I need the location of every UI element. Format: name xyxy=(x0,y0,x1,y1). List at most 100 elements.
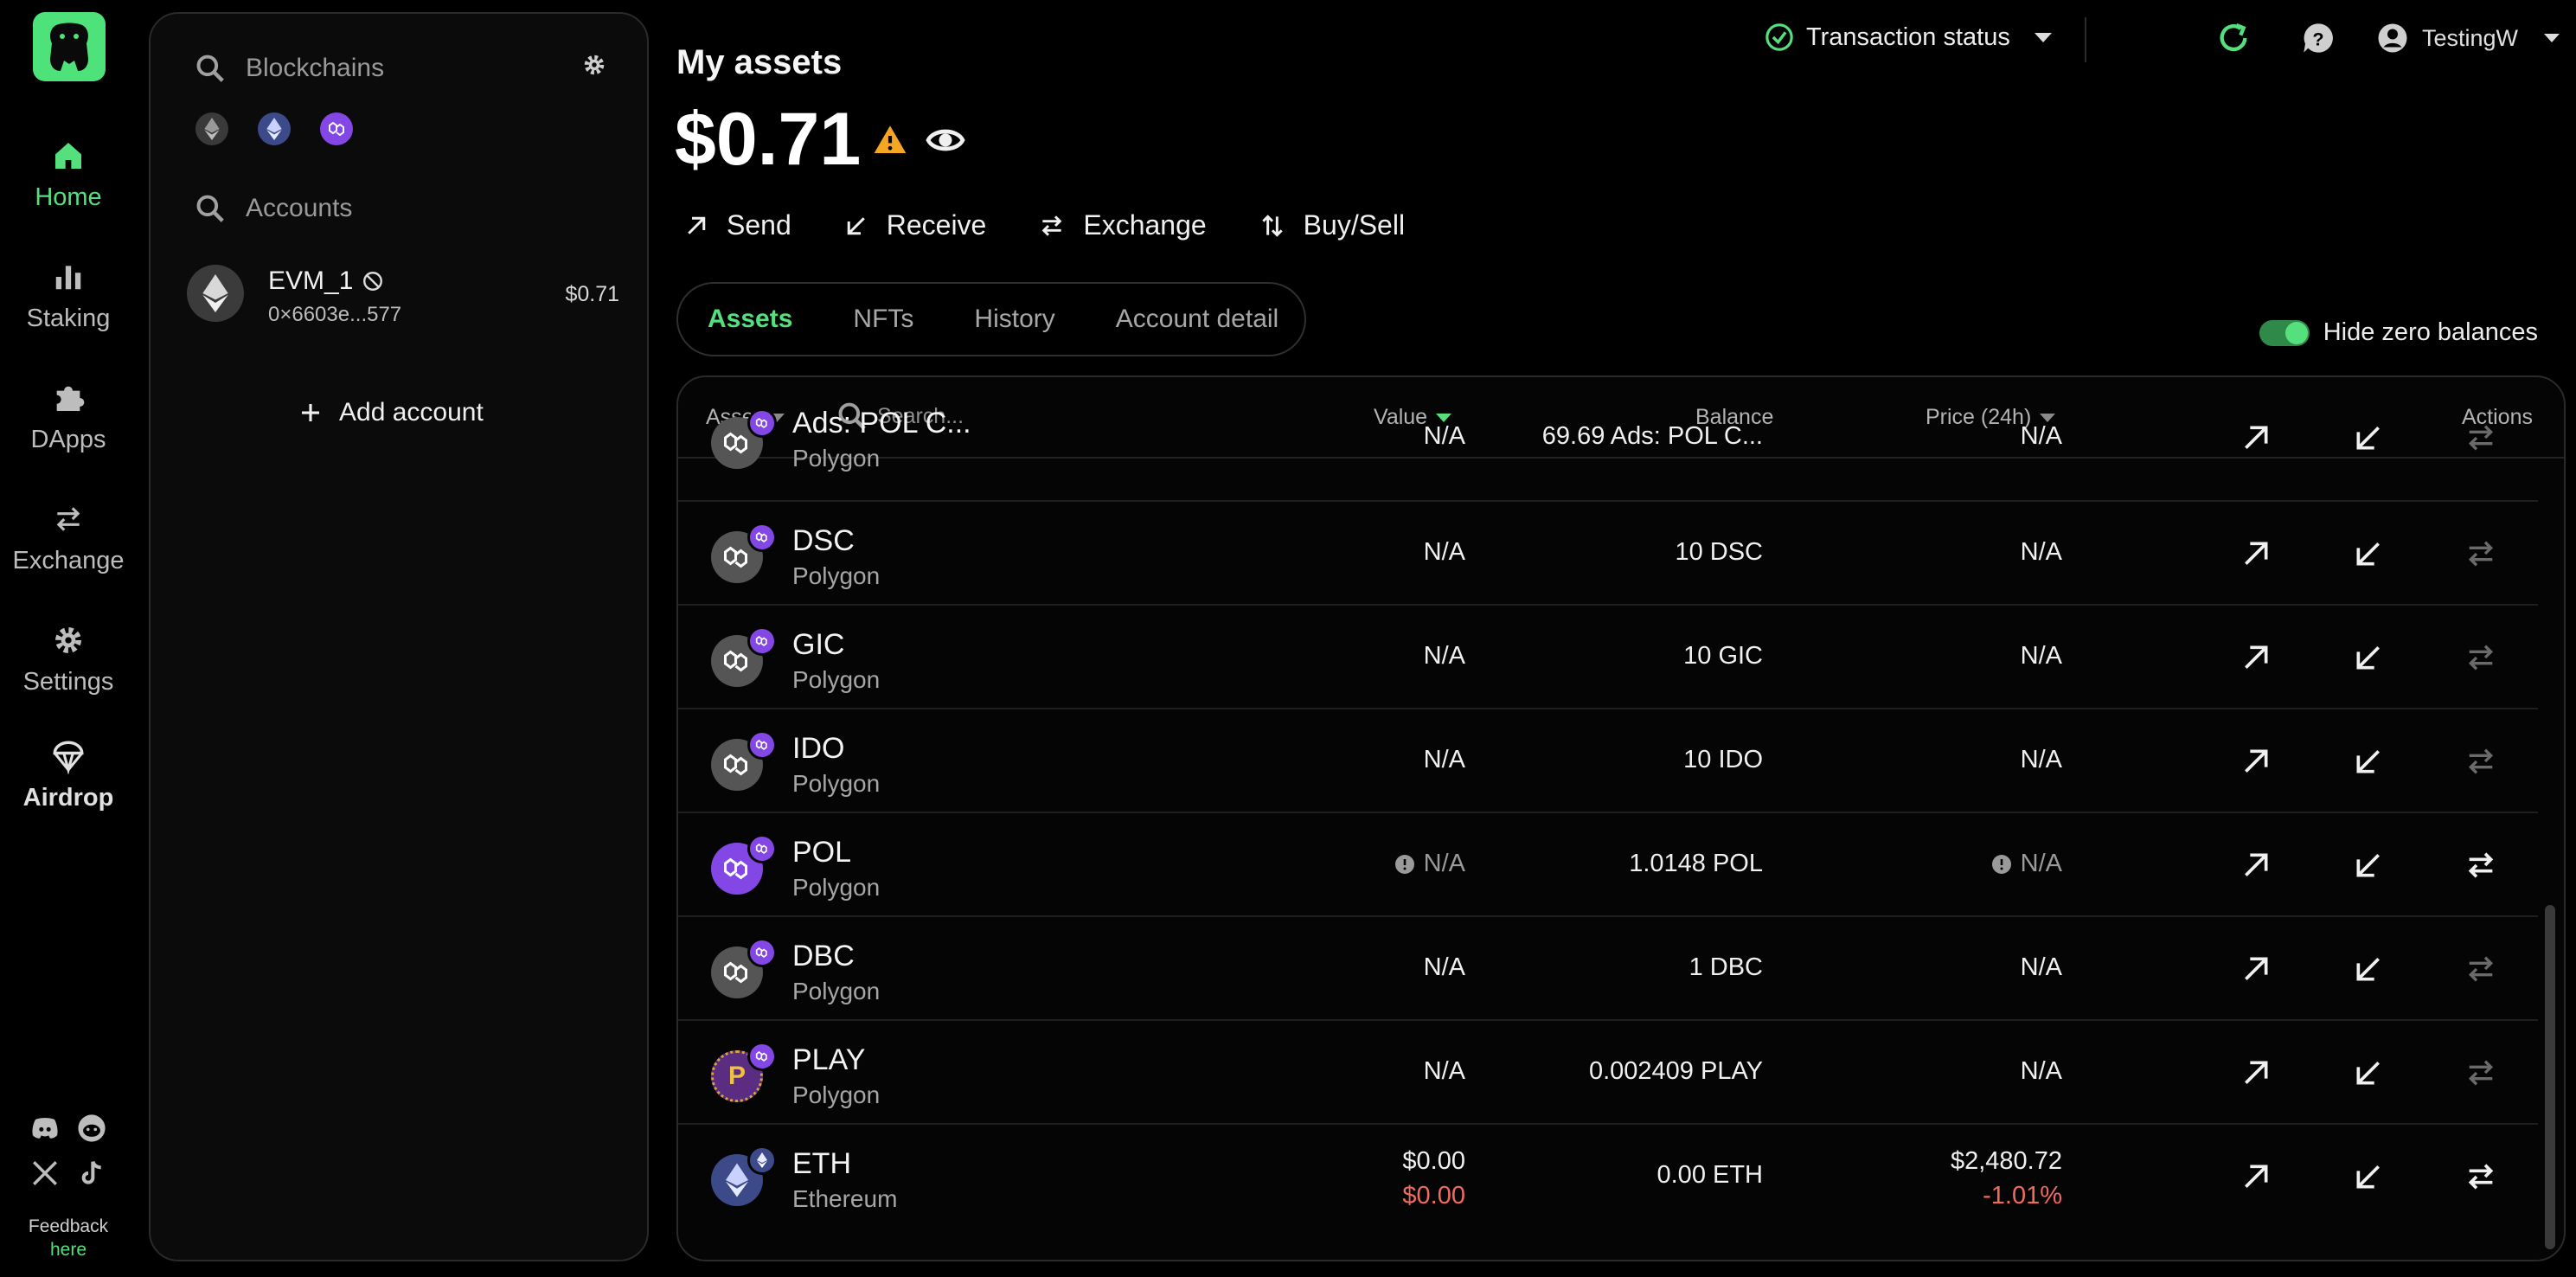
ethereum-chain-icon[interactable] xyxy=(258,112,291,145)
table-row[interactable]: ETH Ethereum $0.00 $0.00 0.00 ETH $2,480… xyxy=(678,1125,2538,1229)
chain-settings-icon[interactable] xyxy=(581,52,611,81)
receive-icon[interactable] xyxy=(2351,420,2386,455)
nav-settings[interactable]: Settings xyxy=(0,621,137,696)
app-root: Home Staking DApps Exchange Settings Air… xyxy=(0,0,2576,1277)
token-balance: 0.00 ETH xyxy=(1656,1161,1764,1189)
feedback-label: Feedback xyxy=(28,1216,109,1236)
polygon-chain-icon[interactable] xyxy=(320,112,353,145)
send-icon[interactable] xyxy=(2239,640,2273,675)
eye-icon[interactable] xyxy=(925,123,966,157)
send-icon[interactable] xyxy=(2239,1159,2273,1194)
exchange-disabled-icon xyxy=(2468,645,2494,671)
info-alert-icon[interactable] xyxy=(1991,854,2012,875)
ethereum-badge-icon xyxy=(747,1145,777,1175)
receive-icon[interactable] xyxy=(2351,1159,2386,1194)
tab-account-detail[interactable]: Account detail xyxy=(1116,305,1278,334)
gear-icon xyxy=(49,621,87,659)
account-item[interactable]: EVM_1 0×6603e...577 $0.71 xyxy=(187,265,619,330)
nav-home[interactable]: Home xyxy=(0,137,137,212)
table-row[interactable]: IDO Polygon N/A 10 IDO N/A xyxy=(678,709,2538,813)
token-price: N/A xyxy=(2020,953,2062,981)
table-row[interactable]: P PLAY Polygon N/A 0.002409 PLAY N/A xyxy=(678,1021,2538,1125)
table-scrollbar[interactable] xyxy=(2545,905,2555,1249)
accounts-search[interactable]: Accounts xyxy=(194,192,352,225)
table-row[interactable]: POL Polygon N/A 1.0148 POL N/A xyxy=(678,813,2538,917)
receive-icon[interactable] xyxy=(2351,848,2386,882)
chain-filter xyxy=(195,112,353,145)
ethereum-classic-chain-icon[interactable] xyxy=(195,112,228,145)
table-row[interactable]: GIC Polygon N/A 10 GIC N/A xyxy=(678,606,2538,709)
chevron-down-icon xyxy=(2544,34,2560,42)
send-icon[interactable] xyxy=(2239,952,2273,986)
send-icon[interactable] xyxy=(2239,536,2273,571)
tab-assets[interactable]: Assets xyxy=(708,305,792,334)
account-address: 0×6603e...577 xyxy=(268,303,402,326)
account-name: EVM_1 xyxy=(268,266,354,295)
token-symbol: IDO xyxy=(792,732,845,765)
transaction-status-dropdown[interactable]: Transaction status xyxy=(1765,22,2052,52)
warning-icon[interactable] xyxy=(873,123,907,157)
nav-staking[interactable]: Staking xyxy=(0,258,137,333)
receive-icon[interactable] xyxy=(2351,640,2386,675)
exchange-button[interactable]: Exchange xyxy=(1038,209,1207,241)
svg-text:?: ? xyxy=(2312,28,2323,49)
help-icon[interactable]: ? xyxy=(2301,21,2336,55)
nav-airdrop[interactable]: Airdrop xyxy=(0,737,137,812)
token-network: Polygon xyxy=(792,874,881,901)
info-alert-icon[interactable] xyxy=(1394,854,1415,875)
token-value: N/A xyxy=(1423,642,1465,670)
ethereum-account-avatar xyxy=(187,265,244,322)
x-twitter-icon[interactable] xyxy=(29,1158,61,1189)
token-symbol: Ads: POL C... xyxy=(792,407,971,440)
nav-exchange[interactable]: Exchange xyxy=(0,500,137,575)
send-button[interactable]: Send xyxy=(683,209,791,241)
app-logo[interactable] xyxy=(33,12,106,81)
refresh-icon[interactable] xyxy=(2216,21,2251,55)
gorilla-icon xyxy=(50,22,88,71)
receive-icon[interactable] xyxy=(2351,952,2386,986)
feedback-link[interactable]: here xyxy=(0,1238,137,1261)
hide-zero-toggle[interactable] xyxy=(2259,319,2310,346)
send-icon[interactable] xyxy=(2239,744,2273,779)
nav-home-label: Home xyxy=(35,183,102,211)
receive-icon[interactable] xyxy=(2351,744,2386,779)
receive-button[interactable]: Receive xyxy=(843,209,987,241)
send-icon[interactable] xyxy=(2239,420,2273,455)
buysell-button[interactable]: Buy/Sell xyxy=(1259,209,1405,241)
user-menu[interactable]: TestingW xyxy=(2377,22,2560,54)
table-row[interactable]: Ads: POL C... Polygon N/A 69.69 Ads: POL… xyxy=(678,407,2538,502)
accounts-search-placeholder: Accounts xyxy=(246,194,353,222)
toggle-knob xyxy=(2284,321,2308,344)
nav-settings-label: Settings xyxy=(22,668,114,696)
token-network: Polygon xyxy=(792,1081,881,1108)
send-icon[interactable] xyxy=(2239,1056,2273,1090)
tab-history[interactable]: History xyxy=(974,305,1054,334)
token-icon: P xyxy=(711,1042,777,1102)
chevron-down-icon xyxy=(2034,32,2052,42)
receive-label: Receive xyxy=(886,209,987,241)
add-account-button[interactable]: Add account xyxy=(298,398,484,427)
token-value: N/A xyxy=(1423,746,1465,773)
table-row[interactable]: DBC Polygon N/A 1 DBC N/A xyxy=(678,917,2538,1021)
discord-icon[interactable] xyxy=(29,1113,61,1144)
social-row-2 xyxy=(29,1158,107,1189)
page-title: My assets xyxy=(676,43,843,81)
token-price: N/A xyxy=(2020,746,2062,773)
polygon-badge-icon xyxy=(747,730,777,760)
social-row-1 xyxy=(29,1113,107,1144)
receive-icon[interactable] xyxy=(2351,1056,2386,1090)
send-icon[interactable] xyxy=(2239,848,2273,882)
nav-dapps[interactable]: DApps xyxy=(0,379,137,454)
exchange-icon[interactable] xyxy=(2464,1159,2498,1194)
table-row[interactable]: DSC Polygon N/A 10 DSC N/A xyxy=(678,502,2538,606)
exchange-icon[interactable] xyxy=(2464,848,2498,882)
blockchains-search[interactable]: Blockchains xyxy=(194,52,384,85)
reddit-icon[interactable] xyxy=(76,1113,107,1144)
assets-table: Asset Search... Value Balance Price (24h… xyxy=(676,375,2566,1261)
tab-nfts[interactable]: NFTs xyxy=(853,305,913,334)
hide-zero-balances: Hide zero balances xyxy=(2259,318,2538,347)
tiktok-icon[interactable] xyxy=(76,1158,107,1189)
polygon-badge-icon xyxy=(747,834,777,863)
receive-icon[interactable] xyxy=(2351,536,2386,571)
token-icon xyxy=(711,523,777,583)
